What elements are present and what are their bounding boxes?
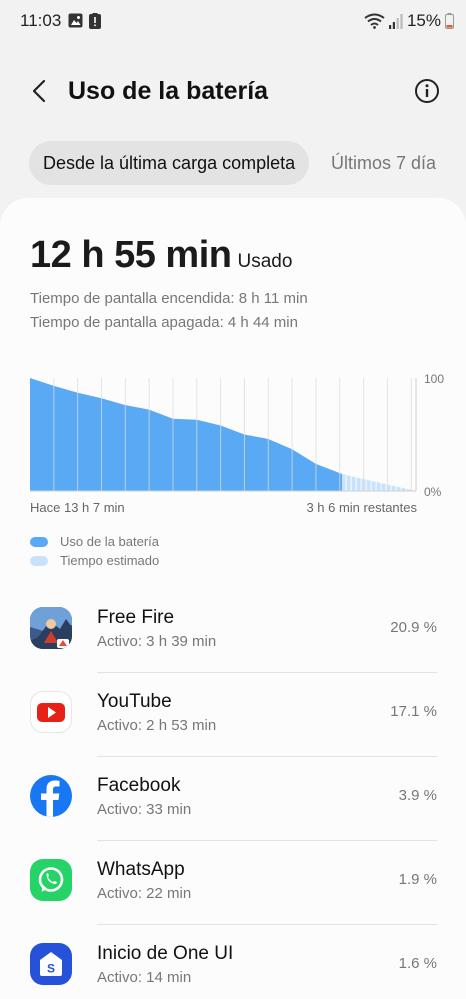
status-time: 11:03 <box>20 11 62 30</box>
app-usage-percent: 17.1 % <box>390 703 437 720</box>
chart-end-label: 3 h 6 min restantes <box>306 500 417 515</box>
status-right: 15% <box>364 11 454 31</box>
app-row-free-fire[interactable]: Free Fire Activo: 3 h 39 min 20.9 % <box>0 589 466 673</box>
app-name: Inicio de One UI <box>97 943 234 964</box>
legend-usage-label: Uso de la batería <box>60 534 160 549</box>
app-active-time: Activo: 14 min <box>97 969 192 986</box>
app-usage-percent: 20.9 % <box>390 619 437 636</box>
app-row-youtube[interactable]: YouTube Activo: 2 h 53 min 17.1 % <box>0 673 466 757</box>
tab-last-7-days[interactable]: Últimos 7 día <box>331 141 436 185</box>
legend-usage-swatch <box>30 536 48 547</box>
usage-total: 12 h 55 min Usado <box>30 234 292 277</box>
used-time-label: Usado <box>237 251 293 272</box>
app-active-time: Activo: 22 min <box>97 885 192 902</box>
page-title: Uso de la batería <box>68 77 269 105</box>
battery-icon <box>445 13 454 29</box>
app-name: YouTube <box>97 691 172 712</box>
svg-text:S: S <box>47 962 55 976</box>
info-button[interactable] <box>414 78 440 104</box>
app-name: Free Fire <box>97 607 175 628</box>
legend-usage: Uso de la batería <box>30 532 159 551</box>
estimated-time-area <box>342 474 416 491</box>
app-usage-percent: 3.9 % <box>398 787 437 804</box>
app-active-time: Activo: 2 h 53 min <box>97 717 217 734</box>
used-time-value: 12 h 55 min <box>30 234 232 276</box>
legend-estimated-swatch <box>30 555 48 566</box>
wifi-icon <box>364 13 385 29</box>
battery-percent: 15% <box>406 11 441 30</box>
gallery-notification-icon <box>68 13 83 28</box>
app-active-time: Activo: 3 h 39 min <box>97 633 217 650</box>
chart-y-min-label: 0% <box>424 485 442 499</box>
info-icon <box>415 79 439 103</box>
battery-usage-card: 12 h 55 min Usado Tiempo de pantalla enc… <box>0 198 466 999</box>
chart-y-max-label: 100 <box>424 372 445 386</box>
chevron-left-icon <box>32 79 46 103</box>
screen-off-time: Tiempo de pantalla apagada: 4 h 44 min <box>30 314 298 331</box>
battery-chart: 100 0% Hace 13 h 7 min 3 h 6 min restant… <box>0 364 466 544</box>
back-button[interactable] <box>24 74 54 108</box>
one-ui-home-icon: S <box>30 943 72 985</box>
app-usage-percent: 1.6 % <box>398 955 437 972</box>
app-row-facebook[interactable]: Facebook Activo: 33 min 3.9 % <box>0 757 466 841</box>
app-usage-list: Free Fire Activo: 3 h 39 min 20.9 % YouT… <box>0 589 466 999</box>
battery-usage-area <box>30 378 343 491</box>
chart-start-label: Hace 13 h 7 min <box>30 500 125 515</box>
facebook-icon <box>30 775 72 817</box>
app-row-whatsapp[interactable]: WhatsApp Activo: 22 min 1.9 % <box>0 841 466 925</box>
signal-icon <box>388 13 403 29</box>
screen-on-time: Tiempo de pantalla encendida: 8 h 11 min <box>30 290 308 307</box>
tab-since-last-charge[interactable]: Desde la última carga completa <box>29 141 310 185</box>
chart-legend: Uso de la batería Tiempo estimado <box>30 532 159 570</box>
notification-icons <box>68 13 101 29</box>
app-usage-percent: 1.9 % <box>398 871 437 888</box>
app-row-one-ui-home[interactable]: S Inicio de One UI Activo: 14 min 1.6 % <box>0 925 466 999</box>
legend-estimated: Tiempo estimado <box>30 551 159 570</box>
alert-notification-icon <box>89 13 101 29</box>
battery-chart-svg <box>30 378 417 492</box>
app-name: Facebook <box>97 775 181 796</box>
whatsapp-icon <box>30 859 72 901</box>
app-active-time: Activo: 33 min <box>97 801 192 818</box>
youtube-icon <box>30 691 72 733</box>
app-name: WhatsApp <box>97 859 185 880</box>
status-bar: 11:03 15% <box>0 0 466 44</box>
period-tabs: Desde la última carga completa Últimos 7… <box>0 141 466 187</box>
free-fire-icon <box>30 607 72 649</box>
app-bar: Uso de la batería <box>0 60 466 124</box>
legend-estimated-label: Tiempo estimado <box>60 553 160 568</box>
